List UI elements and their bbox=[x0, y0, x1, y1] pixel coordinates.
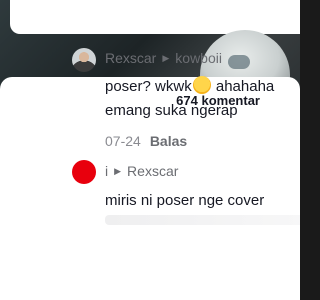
comment-text-part: poser? wkwk bbox=[105, 78, 192, 95]
comment-date: 07-24 bbox=[105, 133, 141, 149]
comment-footer: 07-24 Balas bbox=[105, 133, 187, 149]
reply-to-user[interactable]: kowboii bbox=[175, 50, 222, 66]
comment-meta: Rexscar ▶ kowboii bbox=[105, 50, 222, 66]
comment-text-line: emang suka ngerap bbox=[105, 102, 238, 119]
reply-arrow-icon: ▶ bbox=[114, 165, 122, 176]
reply-to-user[interactable]: Rexscar bbox=[127, 163, 178, 179]
comment-meta: i ▶ Rexscar bbox=[105, 163, 178, 179]
avatar[interactable] bbox=[72, 48, 96, 72]
screen: 674 komentar Rexscar ▶ kowboii poser? wk… bbox=[0, 0, 300, 300]
truncated-text-placeholder bbox=[105, 215, 300, 225]
video-overlay-card bbox=[10, 0, 300, 34]
comment-text: poser? wkwk ahahaha emang suka ngerap bbox=[105, 75, 274, 123]
cap-logo bbox=[228, 55, 250, 69]
laughing-emoji-icon bbox=[192, 76, 211, 94]
avatar[interactable] bbox=[72, 160, 96, 184]
comment-text-part: ahahaha bbox=[211, 78, 275, 95]
reply-arrow-icon: ▶ bbox=[162, 52, 170, 63]
comment-text: miris ni poser nge cover bbox=[105, 192, 265, 209]
comment-author[interactable]: i bbox=[105, 163, 108, 179]
comment-author[interactable]: Rexscar bbox=[105, 50, 156, 66]
reply-button[interactable]: Balas bbox=[150, 133, 187, 149]
